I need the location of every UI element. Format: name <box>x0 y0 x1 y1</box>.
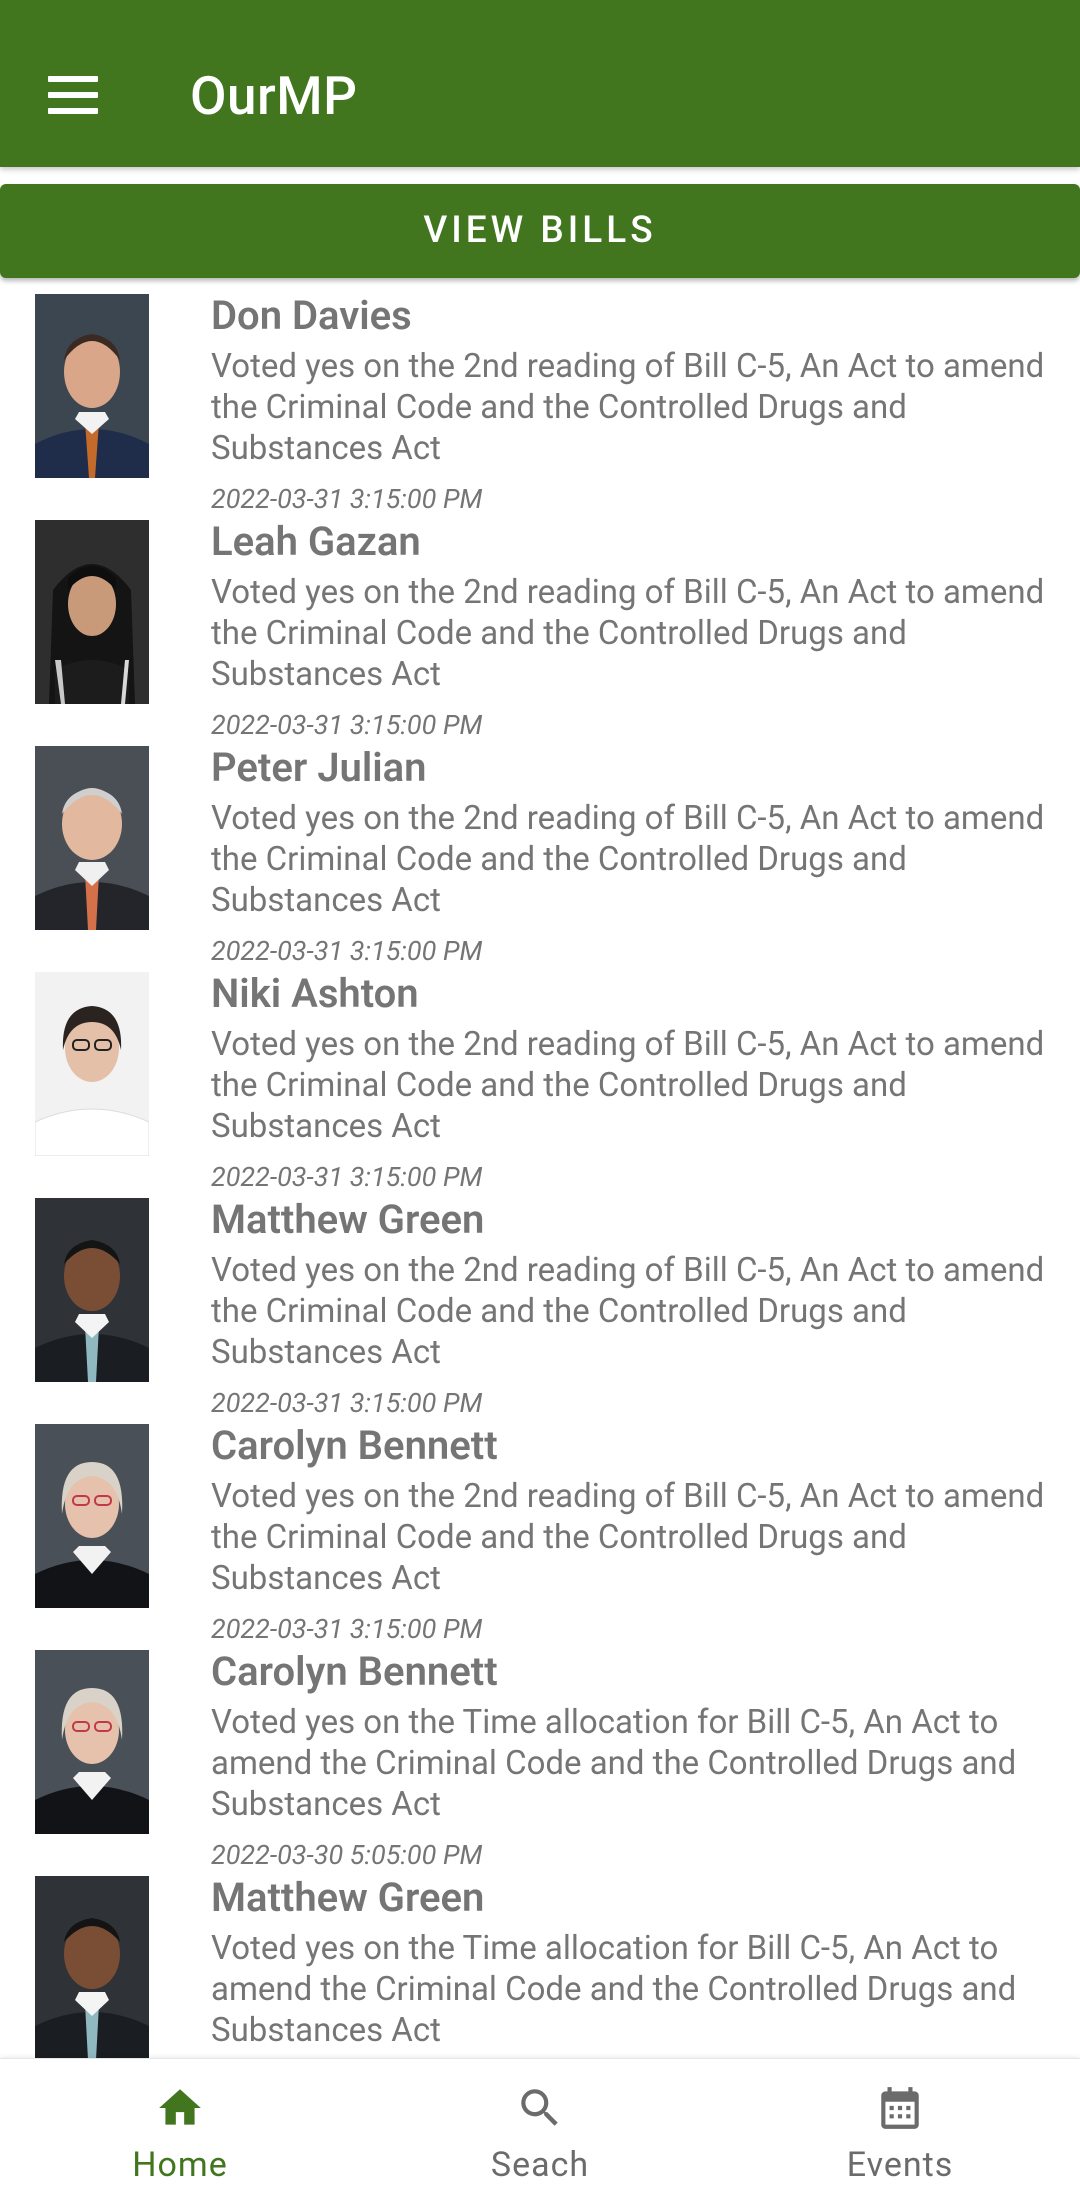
vote-description: Voted yes on the Time allocation for Bil… <box>211 1703 1017 1824</box>
mp-name: Carolyn Bennett <box>211 1422 498 1469</box>
vote-feed-item[interactable]: Peter Julian Voted yes on the 2nd readin… <box>0 742 1080 968</box>
mp-photo <box>35 1650 149 1834</box>
vote-timestamp: 2022-03-31 3:15:00 PM <box>211 1387 483 1419</box>
nav-label: Seach <box>490 2145 590 2185</box>
nav-events[interactable]: Events <box>720 2059 1080 2205</box>
menu-icon-line <box>48 108 98 114</box>
mp-photo <box>35 746 149 930</box>
mp-photo <box>35 1876 149 2058</box>
mp-photo <box>35 520 149 704</box>
vote-feed-item[interactable]: Matthew Green Voted yes on the 2nd readi… <box>0 1194 1080 1420</box>
menu-icon-line <box>48 92 98 98</box>
mp-photo <box>35 294 149 478</box>
vote-description: Voted yes on the 2nd reading of Bill C-5… <box>211 799 1045 920</box>
vote-timestamp: 2022-03-31 3:15:00 PM <box>211 709 483 741</box>
vote-feed-item[interactable]: Carolyn Bennett Voted yes on the 2nd rea… <box>0 1420 1080 1646</box>
vote-timestamp: 2022-03-31 3:15:00 PM <box>211 1161 483 1193</box>
vote-description: Voted yes on the 2nd reading of Bill C-5… <box>211 573 1045 694</box>
vote-feed-item[interactable]: Don Davies Voted yes on the 2nd reading … <box>0 290 1080 516</box>
vote-timestamp: 2022-03-31 3:15:00 PM <box>211 483 483 515</box>
mp-photo <box>35 1424 149 1608</box>
calendar-icon <box>881 2087 919 2129</box>
view-bills-button[interactable]: VIEW BILLS <box>0 184 1080 278</box>
mp-name: Matthew Green <box>211 1874 485 1921</box>
vote-description: Voted yes on the 2nd reading of Bill C-5… <box>211 1477 1045 1598</box>
vote-feed-item[interactable]: Niki Ashton Voted yes on the 2nd reading… <box>0 968 1080 1194</box>
vote-description: Voted yes on the Time allocation for Bil… <box>211 1929 1017 2050</box>
vote-feed-item[interactable]: Matthew Green Voted yes on the Time allo… <box>0 1872 1080 2058</box>
vote-feed[interactable]: Don Davies Voted yes on the 2nd reading … <box>0 290 1080 2058</box>
mp-name: Leah Gazan <box>211 518 421 565</box>
vote-feed-item[interactable]: Leah Gazan Voted yes on the 2nd reading … <box>0 516 1080 742</box>
app-title: OurMP <box>190 65 358 127</box>
vote-feed-item[interactable]: Carolyn Bennett Voted yes on the Time al… <box>0 1646 1080 1872</box>
vote-description: Voted yes on the 2nd reading of Bill C-5… <box>211 1025 1045 1146</box>
mp-photo <box>35 972 149 1156</box>
mp-name: Niki Ashton <box>211 970 419 1017</box>
vote-timestamp: 2022-03-31 3:15:00 PM <box>211 935 483 967</box>
bottom-navigation: Home Seach Events <box>0 2058 1080 2205</box>
search-icon <box>521 2089 558 2126</box>
nav-home[interactable]: Home <box>0 2059 360 2205</box>
mp-name: Don Davies <box>211 292 412 339</box>
home-icon <box>159 2089 201 2125</box>
mp-photo <box>35 1198 149 1382</box>
menu-icon-line <box>48 76 98 82</box>
vote-description: Voted yes on the 2nd reading of Bill C-5… <box>211 1251 1045 1372</box>
menu-button[interactable] <box>36 58 110 132</box>
nav-label: Home <box>132 2145 228 2185</box>
mp-name: Matthew Green <box>211 1196 485 1243</box>
nav-search[interactable]: Seach <box>360 2059 720 2205</box>
mp-name: Peter Julian <box>211 744 427 791</box>
app-bar: OurMP <box>0 0 1080 167</box>
vote-description: Voted yes on the 2nd reading of Bill C-5… <box>211 347 1045 468</box>
mp-name: Carolyn Bennett <box>211 1648 498 1695</box>
vote-timestamp: 2022-03-31 3:15:00 PM <box>211 1613 483 1645</box>
nav-label: Events <box>846 2145 954 2185</box>
vote-timestamp: 2022-03-30 5:05:00 PM <box>211 1839 483 1871</box>
